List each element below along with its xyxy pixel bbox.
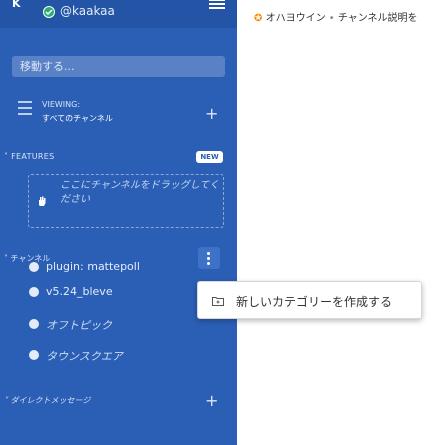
sidebar-header: K @kaakaa [0,0,237,28]
channel-label: タウンスクエア [46,350,123,363]
add-channel-button[interactable]: + [205,106,218,122]
hamburger-menu-icon[interactable] [209,0,225,9]
sidebar: K @kaakaa 移動する... VIEWING: すべてのチャンネル + ˅… [0,0,237,445]
channel-options-menu: 新しいカテゴリーを作成する [197,281,422,319]
find-channel-input[interactable]: 移動する... [12,56,225,77]
viewing-value[interactable]: すべてのチャンネル [42,113,113,124]
create-category-menu-item[interactable]: 新しいカテゴリーを作成する [198,282,423,320]
drag-drop-hint: ここにチャンネルをドラッグしてください [60,180,220,205]
direct-messages-section-title[interactable]: ˅ ダイレクトメッセージ [4,395,90,406]
separator: • [328,13,335,24]
channel-item[interactable]: タウンスクエア [0,344,237,368]
add-direct-message-button[interactable]: + [205,393,218,409]
globe-icon [29,287,39,297]
username[interactable]: @kaakaa [60,4,115,18]
features-section-title[interactable]: ˅ FEATURES [4,152,55,161]
globe-icon [29,350,39,360]
channel-label: plugin: mattepoll [46,260,140,273]
menu-item-label: 新しいカテゴリーを作成する [236,295,393,309]
new-badge: NEW [196,151,223,163]
viewing-label: VIEWING: [42,100,81,109]
status-online-icon[interactable] [43,6,55,18]
channel-label: v5.24_bleve [46,285,113,298]
channel-header: ✪ オハヨウイン • チャンネル説明を [254,9,418,24]
channel-item[interactable]: plugin: mattepoll [0,256,237,280]
channel-purpose: チャンネル説明を [337,13,418,24]
folder-plus-icon [212,297,224,306]
channel-title[interactable]: オハヨウイン [266,13,326,24]
filter-icon[interactable] [18,101,32,123]
channel-label: オフトピック [46,319,112,332]
team-initial[interactable]: K [12,0,21,10]
globe-icon [29,262,39,272]
star-icon[interactable]: ✪ [254,13,262,24]
globe-icon [29,319,39,329]
hand-drag-icon [39,196,46,206]
